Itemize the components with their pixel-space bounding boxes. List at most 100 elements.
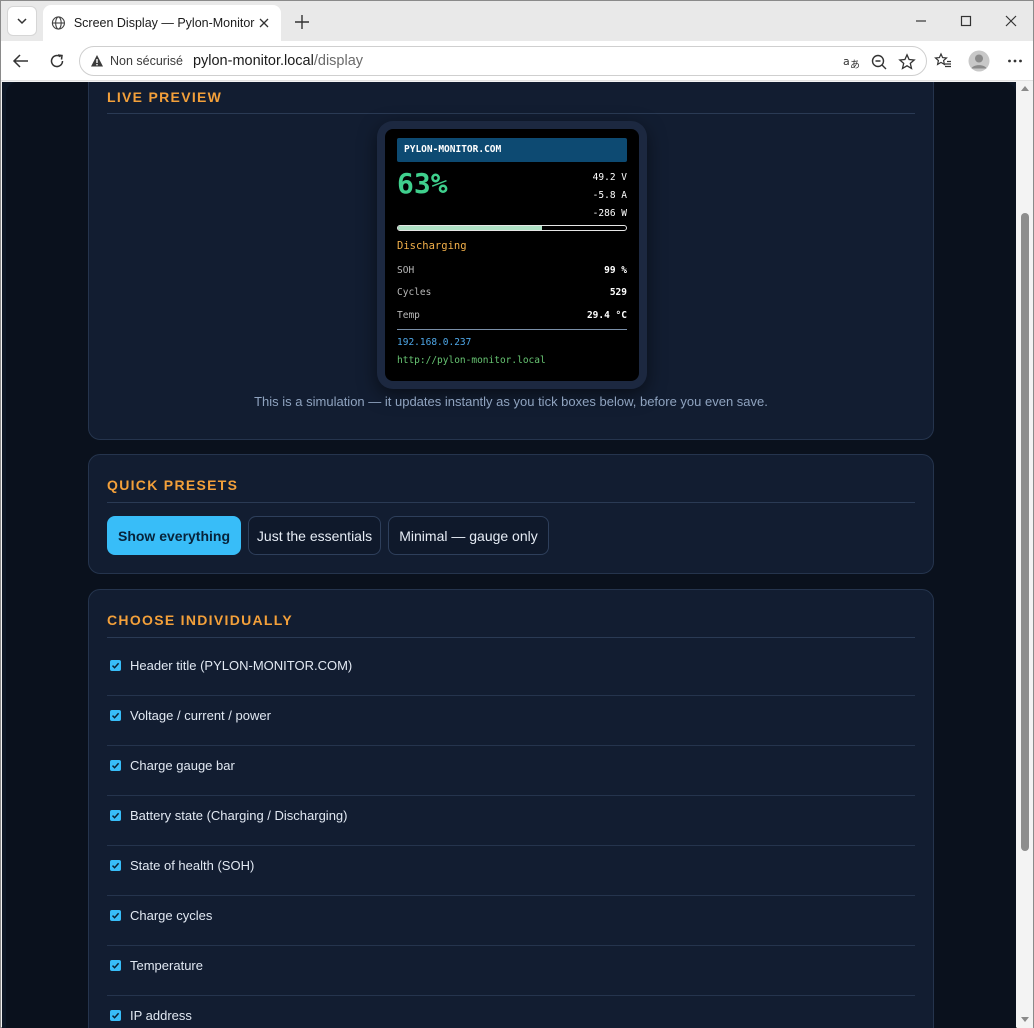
option-checkbox[interactable] <box>110 810 121 821</box>
zoom-out-icon <box>871 54 887 70</box>
star-icon <box>898 53 916 70</box>
option-checkbox[interactable] <box>110 660 121 671</box>
close-icon <box>1005 15 1017 27</box>
screen-soh-row: SOH 99 % <box>397 265 627 276</box>
option-row[interactable]: Charge gauge bar <box>107 746 915 796</box>
screen-charge-gauge-fill <box>398 226 542 230</box>
option-row[interactable]: IP address <box>107 996 915 1028</box>
tab-strip: Screen Display — Pylon-Monitor <box>1 1 1033 41</box>
checkmark-icon <box>111 762 120 769</box>
preset-minimal-button[interactable]: Minimal — gauge only <box>388 516 549 555</box>
tab-active[interactable]: Screen Display — Pylon-Monitor <box>43 5 281 41</box>
screen-cycles-row: Cycles 529 <box>397 287 627 298</box>
tab-actions-button[interactable] <box>7 6 37 36</box>
screen-ip-address: 192.168.0.237 <box>397 337 472 348</box>
close-icon <box>259 18 269 28</box>
zoom-button[interactable] <box>868 51 890 73</box>
option-row[interactable]: Charge cycles <box>107 896 915 946</box>
option-checkbox[interactable] <box>110 760 121 771</box>
live-preview-card: LIVE PREVIEW PYLON-MONITOR.COM 63% 49.2 … <box>88 82 934 440</box>
profile-button[interactable] <box>965 47 993 75</box>
checkmark-icon <box>111 712 120 719</box>
option-label: Voltage / current / power <box>130 708 271 723</box>
checkmark-icon <box>111 962 120 969</box>
option-row[interactable]: Battery state (Charging / Discharging) <box>107 796 915 846</box>
page-viewport: LIVE PREVIEW PYLON-MONITOR.COM 63% 49.2 … <box>2 82 1016 1028</box>
screen-power: -286 W <box>592 208 627 219</box>
option-row[interactable]: Voltage / current / power <box>107 696 915 746</box>
favorites-button[interactable] <box>929 47 957 75</box>
back-arrow-icon <box>12 54 28 68</box>
option-label: IP address <box>130 1008 192 1023</box>
security-label: Non sécurisé <box>110 54 183 68</box>
screen-charge-gauge <box>397 225 627 231</box>
more-icon <box>1008 59 1022 63</box>
refresh-icon <box>50 54 64 68</box>
settings-more-button[interactable] <box>1001 47 1029 75</box>
screen-temp-row: Temp 29.4 °C <box>397 310 627 321</box>
option-label: Charge gauge bar <box>130 758 235 773</box>
close-window-button[interactable] <box>996 7 1026 35</box>
chevron-down-icon <box>17 18 27 25</box>
scroll-up-arrow[interactable] <box>1021 86 1029 91</box>
option-row[interactable]: Temperature <box>107 946 915 996</box>
url-host: pylon-monitor.local <box>192 53 314 69</box>
checkmark-icon <box>111 912 120 919</box>
scroll-down-arrow[interactable] <box>1021 1017 1029 1022</box>
section-divider <box>107 502 915 503</box>
screen-current: -5.8 A <box>592 190 627 201</box>
option-row[interactable]: State of health (SOH) <box>107 846 915 896</box>
back-button[interactable] <box>7 47 35 75</box>
checkmark-icon <box>111 862 120 869</box>
device-frame: PYLON-MONITOR.COM 63% 49.2 V -5.8 A -286… <box>377 121 647 389</box>
browser-toolbar: Non sécurisé pylon-monitor.local/display… <box>1 41 1033 81</box>
preview-note: This is a simulation — it updates instan… <box>254 394 768 409</box>
screen-temp-value: 29.4 °C <box>586 310 627 321</box>
address-bar[interactable]: Non sécurisé pylon-monitor.local/display… <box>79 46 927 76</box>
checkmark-icon <box>111 812 120 819</box>
option-checkbox[interactable] <box>110 960 121 971</box>
preset-essentials-button[interactable]: Just the essentials <box>248 516 381 555</box>
option-checkbox[interactable] <box>110 710 121 721</box>
choose-individually-title: CHOOSE INDIVIDUALLY <box>107 612 293 628</box>
option-row[interactable]: Header title (PYLON-MONITOR.COM) <box>107 646 915 696</box>
screen-cycles-label: Cycles <box>397 287 432 298</box>
tab-close-button[interactable] <box>254 13 273 33</box>
choose-individually-card: CHOOSE INDIVIDUALLY Header title (PYLON-… <box>88 589 934 1028</box>
scroll-thumb[interactable] <box>1021 213 1029 851</box>
live-preview-title: LIVE PREVIEW <box>107 89 223 105</box>
checkmark-icon <box>111 662 120 669</box>
favorites-list-icon <box>934 52 951 68</box>
option-label: State of health (SOH) <box>130 858 255 873</box>
screen-charge-percent: 63% <box>397 167 448 200</box>
quick-presets-title: QUICK PRESETS <box>107 477 239 493</box>
read-aloud-button[interactable]: aあ <box>840 51 862 73</box>
screen-header-title: PYLON-MONITOR.COM <box>397 138 627 162</box>
favorite-button[interactable] <box>896 51 918 73</box>
screen-soh-value: 99 % <box>604 265 627 276</box>
new-tab-button[interactable] <box>289 9 315 35</box>
option-label: Header title (PYLON-MONITOR.COM) <box>130 658 353 673</box>
option-label: Charge cycles <box>130 908 213 923</box>
url-path: /display <box>313 53 364 69</box>
globe-icon <box>51 16 65 30</box>
maximize-button[interactable] <box>951 7 981 35</box>
plus-icon <box>295 15 309 29</box>
tab-title: Screen Display — Pylon-Monitor <box>73 16 255 30</box>
browser-window: Screen Display — Pylon-Monitor Non sécur… <box>0 0 1034 1028</box>
device-screen: PYLON-MONITOR.COM 63% 49.2 V -5.8 A -286… <box>385 129 639 381</box>
minimize-button[interactable] <box>906 7 936 35</box>
option-checkbox[interactable] <box>110 910 121 921</box>
section-divider <box>107 113 915 114</box>
screen-url: http://pylon-monitor.local <box>397 355 546 366</box>
screen-cycles-value: 529 <box>609 287 627 298</box>
section-divider <box>107 637 915 638</box>
screen-voltage: 49.2 V <box>592 172 627 183</box>
svg-text:a: a <box>843 55 850 68</box>
quick-presets-card: QUICK PRESETS Show everything Just the e… <box>88 454 934 574</box>
refresh-button[interactable] <box>43 47 71 75</box>
option-checkbox[interactable] <box>110 1010 121 1021</box>
page-scrollbar[interactable] <box>1017 82 1033 1028</box>
option-checkbox[interactable] <box>110 860 121 871</box>
preset-show-everything-button[interactable]: Show everything <box>107 516 241 555</box>
